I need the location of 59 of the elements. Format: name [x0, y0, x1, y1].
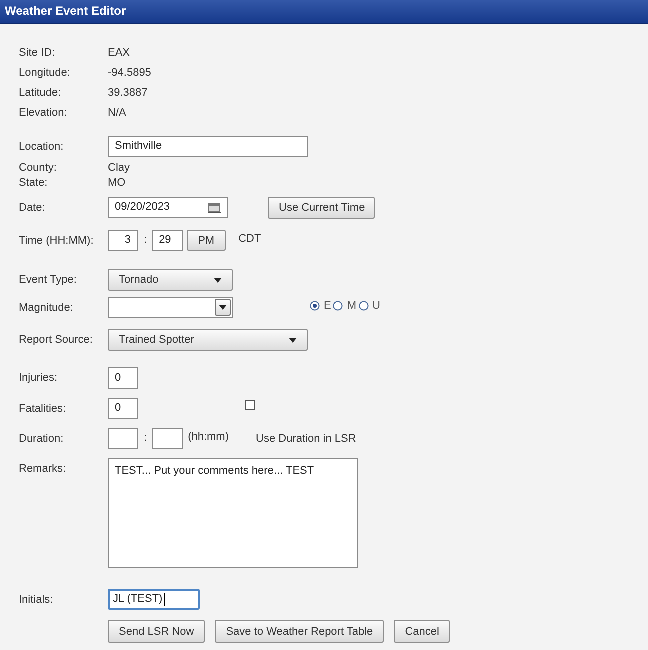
field-value: N/A	[108, 106, 126, 121]
location-field[interactable]: Smithville	[108, 136, 308, 157]
report-source-dropdown[interactable]: Trained Spotter	[108, 329, 308, 351]
field-label: Date:	[19, 201, 46, 214]
field-label: Injuries:	[19, 371, 58, 384]
radio-icon	[358, 301, 369, 311]
field-label: Site ID:	[19, 46, 56, 61]
magnitude-dropdown[interactable]	[108, 297, 233, 318]
field-label: Report Source:	[19, 333, 93, 346]
field-value: EAX	[108, 46, 130, 61]
minute-field[interactable]: 29	[152, 230, 184, 251]
field-label: Duration:	[19, 432, 64, 445]
field-label: Elevation:	[19, 106, 68, 121]
field-label: State:	[19, 176, 48, 190]
send-lsr-button[interactable]: Send LSR Now	[108, 620, 206, 643]
time-separator: :	[143, 233, 148, 246]
dropdown-button[interactable]	[215, 299, 231, 316]
caret-icon	[289, 338, 297, 342]
field-label: Time (HH:MM):	[19, 234, 94, 247]
time-separator: :	[143, 431, 148, 444]
checkbox[interactable]	[245, 400, 255, 410]
field-label: Longitude:	[19, 66, 70, 81]
use-current-time-button[interactable]: Use Current Time	[268, 197, 375, 219]
date-field[interactable]: 09/20/2023	[108, 197, 228, 218]
am-pm-button[interactable]: PM	[187, 230, 226, 251]
field-label: Magnitude:	[19, 301, 74, 314]
save-button[interactable]: Save to Weather Report Table	[215, 620, 384, 643]
injuries-field[interactable]: 0	[108, 367, 138, 389]
radio-icon	[333, 301, 344, 311]
calendar-icon	[208, 202, 221, 214]
field-label: Latitude:	[19, 86, 62, 101]
radio-button[interactable]: M	[333, 300, 358, 312]
field-label: Initials:	[19, 593, 54, 606]
duration-minutes-field[interactable]	[152, 428, 184, 449]
hour-field[interactable]: 3	[108, 230, 138, 251]
duration-hours-field[interactable]	[108, 428, 138, 449]
radio-icon	[310, 301, 320, 311]
field-label: Fatalities:	[19, 402, 66, 415]
event-type-dropdown[interactable]: Tornado	[108, 269, 233, 291]
field-label: County:	[19, 161, 57, 175]
field-label: Event Type:	[19, 273, 77, 286]
field-label: Remarks:	[19, 462, 66, 475]
remarks-field[interactable]: TEST... Put your comments here... TEST	[108, 458, 358, 568]
radio-button[interactable]: E	[310, 300, 332, 312]
field-value: Clay	[108, 161, 130, 175]
checkbox-label: Use Duration in LSR	[256, 433, 356, 445]
field-value: MO	[108, 176, 126, 190]
window-title: Weather Event Editor	[0, 0, 648, 24]
caret-icon	[219, 305, 227, 310]
initials-field[interactable]: JL (TEST)	[108, 589, 200, 610]
time-zone: CDT	[238, 233, 262, 245]
field-label: Location:	[19, 140, 64, 153]
field-value: 39.3887	[108, 86, 148, 101]
format-hint: (hh:mm)	[188, 431, 230, 443]
caret-icon	[214, 278, 222, 282]
cancel-button[interactable]: Cancel	[394, 620, 450, 643]
radio-button[interactable]: U	[358, 300, 382, 312]
fatalities-field[interactable]: 0	[108, 398, 138, 419]
field-value: -94.5895	[108, 66, 152, 81]
